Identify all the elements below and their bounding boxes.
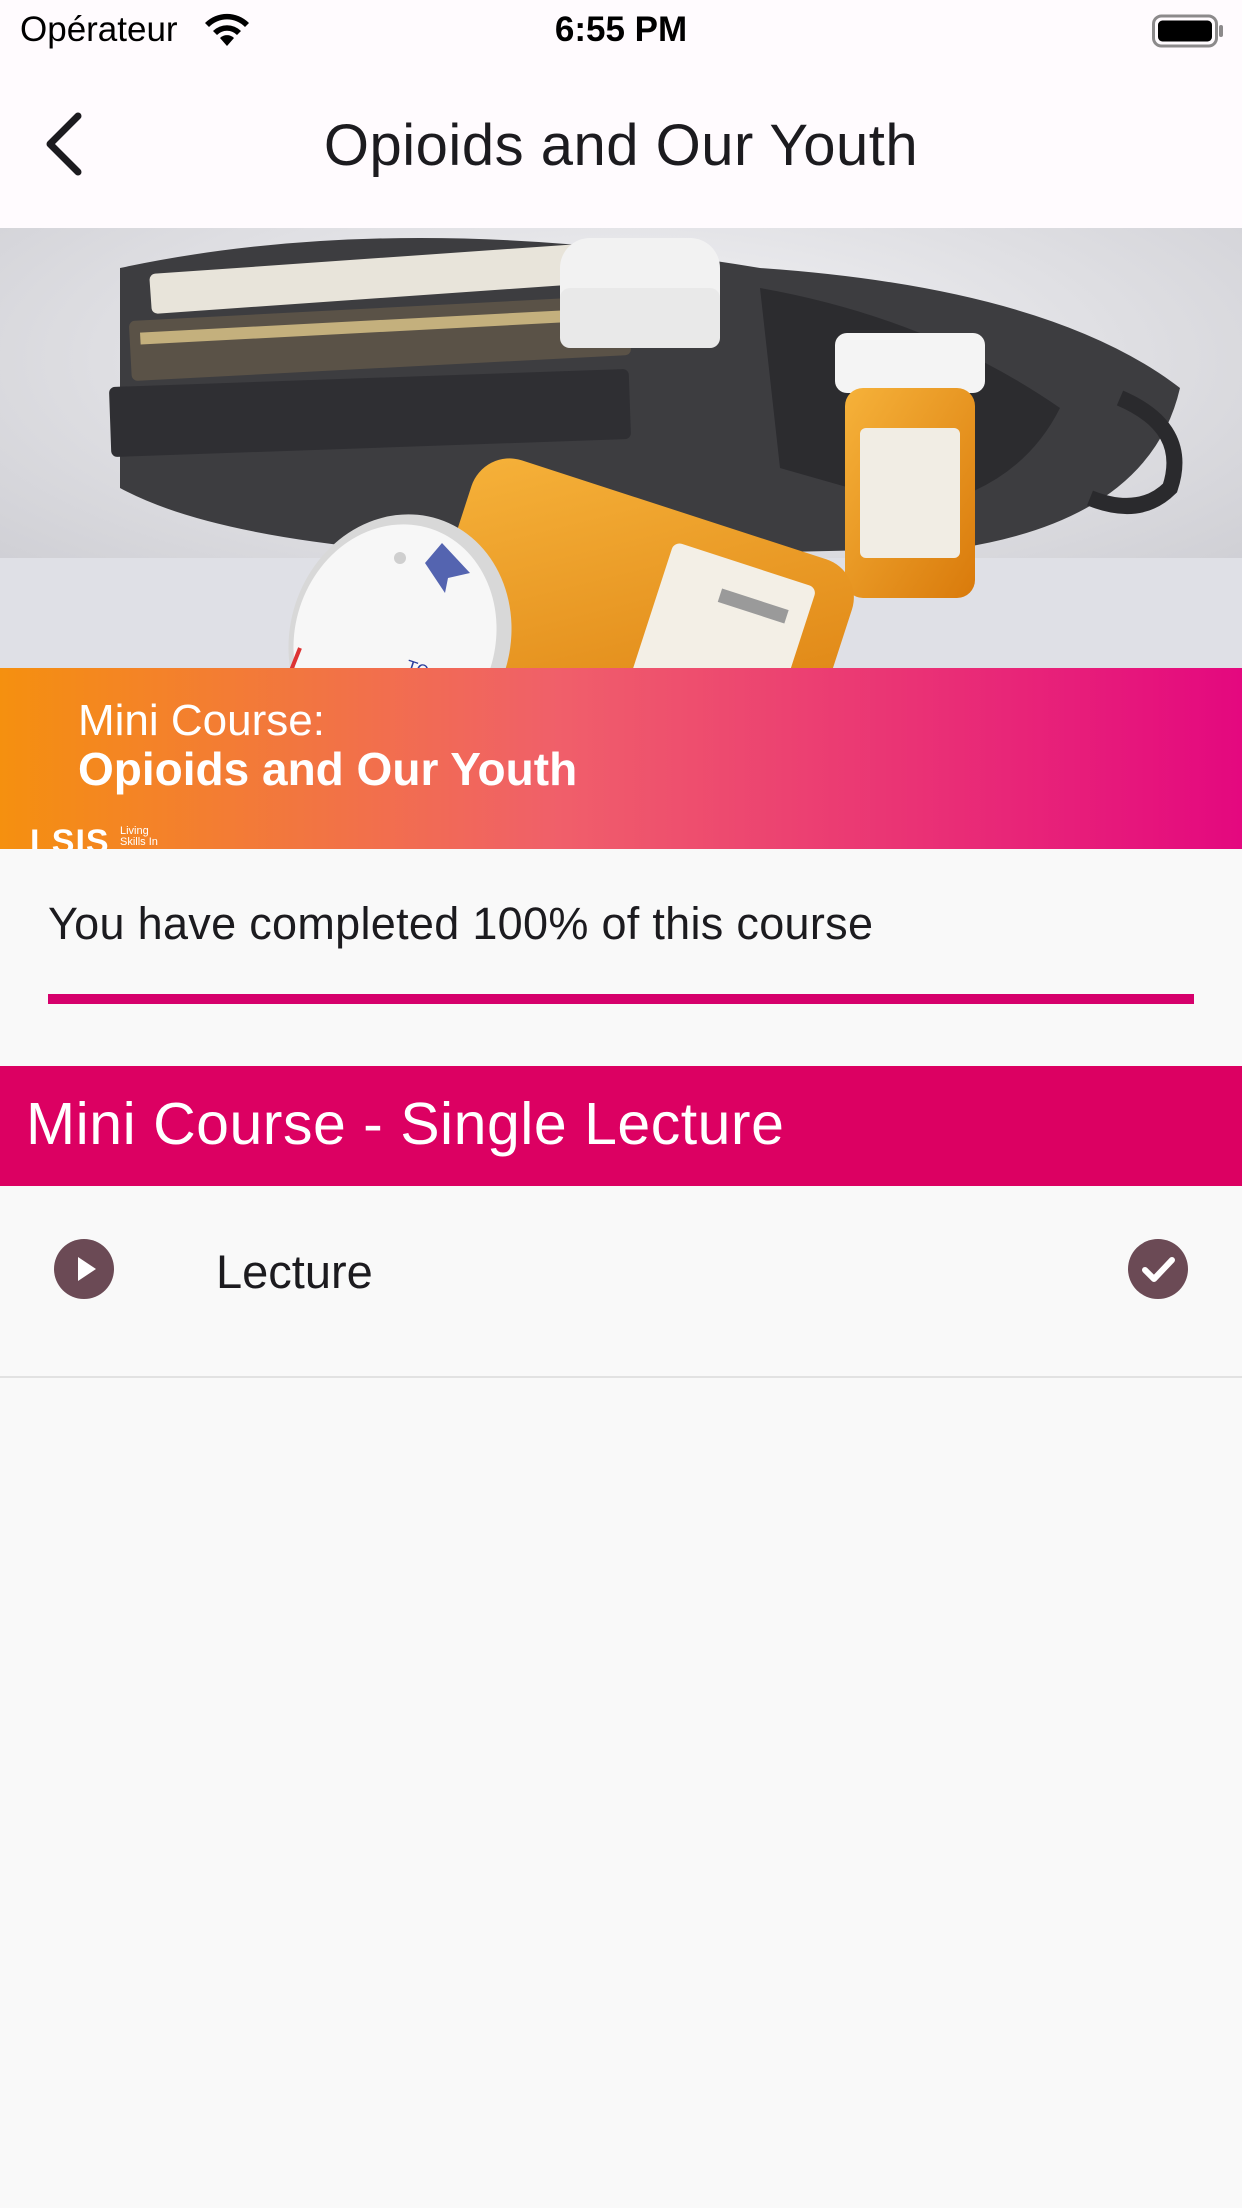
- lsis-logo: LSIS: [30, 823, 110, 849]
- status-time: 6:55 PM: [554, 10, 688, 49]
- check-circle-icon: [1128, 1239, 1188, 1299]
- section-header: Mini Course - Single Lecture: [0, 1066, 1242, 1186]
- lsis-logo-tagline: Living Skills In: [120, 826, 158, 848]
- battery-icon: [1152, 14, 1223, 48]
- page-title: Opioids and Our Youth: [323, 113, 919, 178]
- play-circle-icon[interactable]: [54, 1239, 114, 1299]
- section-title: Mini Course - Single Lecture: [26, 1091, 785, 1157]
- lecture-list-item[interactable]: Lecture: [0, 1186, 1242, 1378]
- banner-subtitle: Mini Course:: [78, 696, 325, 745]
- app-bar: Opioids and Our Youth: [0, 62, 1242, 228]
- course-hero-image: TO OPEN Mini Course: Opioids and Our You…: [0, 228, 1242, 849]
- progress-bar: [48, 994, 1194, 1004]
- status-bar: Opérateur 6:55 PM: [0, 0, 1242, 62]
- banner-title: Opioids and Our Youth: [78, 743, 578, 795]
- lecture-label: Lecture: [216, 1245, 373, 1298]
- logo-tagline-line2: Skills In: [120, 836, 158, 848]
- progress-text: You have completed 100% of this course: [48, 898, 874, 949]
- progress-bar-fill: [48, 994, 1194, 1004]
